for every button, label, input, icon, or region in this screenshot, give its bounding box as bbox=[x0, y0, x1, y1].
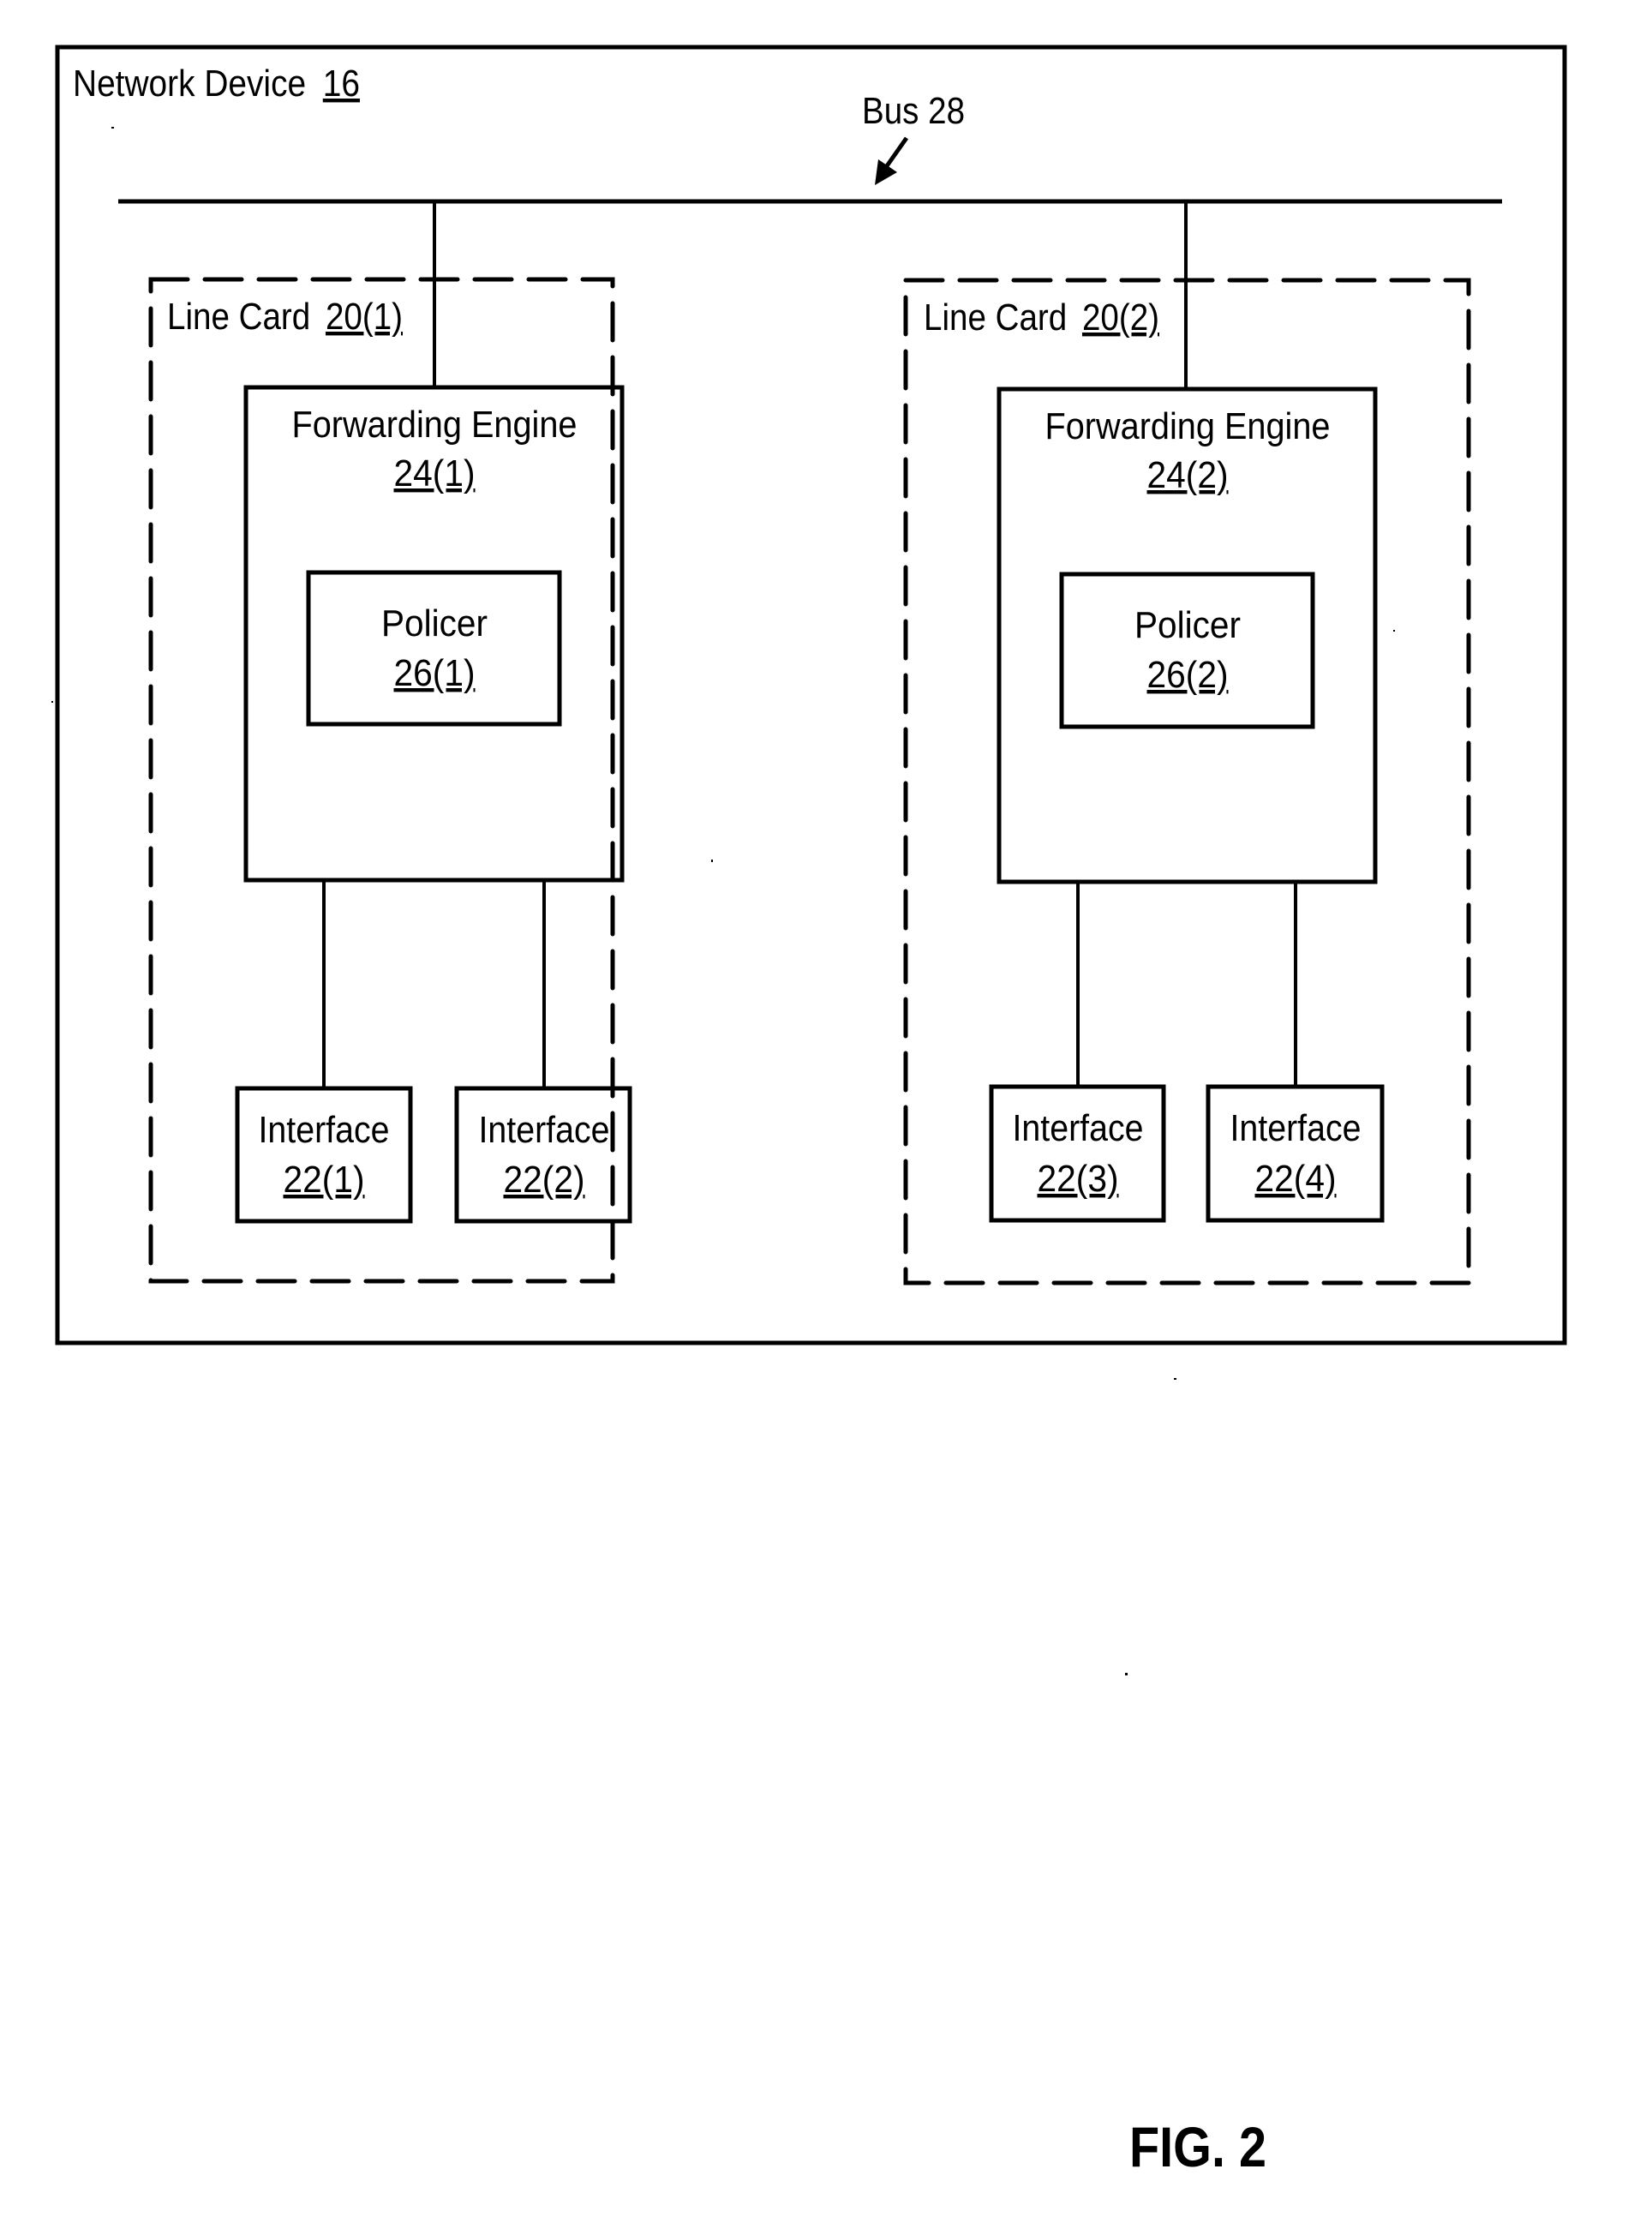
line-card-1: Line Card 20(1) Forwarding Engine 24(1) … bbox=[148, 201, 632, 1284]
policer-1-box bbox=[306, 570, 562, 727]
interface-4-ref: 22(4) bbox=[1255, 1158, 1337, 1200]
interface-4-label: Interface bbox=[1230, 1107, 1362, 1149]
line-card-1-label: Line Card 20(1) bbox=[167, 296, 403, 338]
interface-1-label: Interface bbox=[259, 1109, 390, 1151]
forwarding-engine-2-ref: 24(2) bbox=[1147, 454, 1229, 496]
bus-label: Bus 28 bbox=[862, 90, 965, 132]
interface-3-label: Interface bbox=[1013, 1107, 1144, 1149]
interface-3-ref: 22(3) bbox=[1038, 1158, 1119, 1200]
forwarding-engine-1-ref: 24(1) bbox=[394, 452, 476, 494]
interface-2-ref: 22(2) bbox=[504, 1159, 585, 1201]
policer-2-box bbox=[1059, 572, 1315, 729]
interface-1-ref: 22(1) bbox=[284, 1159, 365, 1201]
network-device-ref: 16 bbox=[323, 63, 360, 105]
interface-2-label: Interface bbox=[479, 1109, 610, 1151]
network-device-title: Network Device bbox=[73, 63, 306, 105]
line-card-2-title: Line Card bbox=[924, 297, 1067, 339]
line-card-1-title: Line Card bbox=[167, 296, 310, 338]
figure-caption: FIG. 2 bbox=[1129, 2115, 1266, 2178]
forwarding-engine-2-label: Forwarding Engine bbox=[1045, 405, 1331, 447]
bus-arrow-icon bbox=[875, 136, 909, 185]
policer-2-ref: 26(2) bbox=[1147, 654, 1229, 696]
line-card-2-label: Line Card 20(2) bbox=[924, 297, 1159, 339]
line-card-1-ref: 20(1) bbox=[326, 296, 403, 338]
policer-1-ref: 26(1) bbox=[394, 652, 476, 694]
policer-2-label: Policer bbox=[1134, 604, 1241, 646]
network-device-diagram: Network Device 16 Bus 28 Line Card 20(1)… bbox=[51, 45, 1567, 2178]
network-device-label: Network Device 16 bbox=[73, 63, 360, 105]
line-card-2: Line Card 20(2) Forwarding Engine 24(2) … bbox=[903, 201, 1471, 1285]
policer-1-label: Policer bbox=[381, 602, 488, 644]
line-card-2-ref: 20(2) bbox=[1082, 297, 1159, 339]
forwarding-engine-1-label: Forwarding Engine bbox=[292, 404, 578, 446]
scan-specks bbox=[51, 127, 1395, 1675]
